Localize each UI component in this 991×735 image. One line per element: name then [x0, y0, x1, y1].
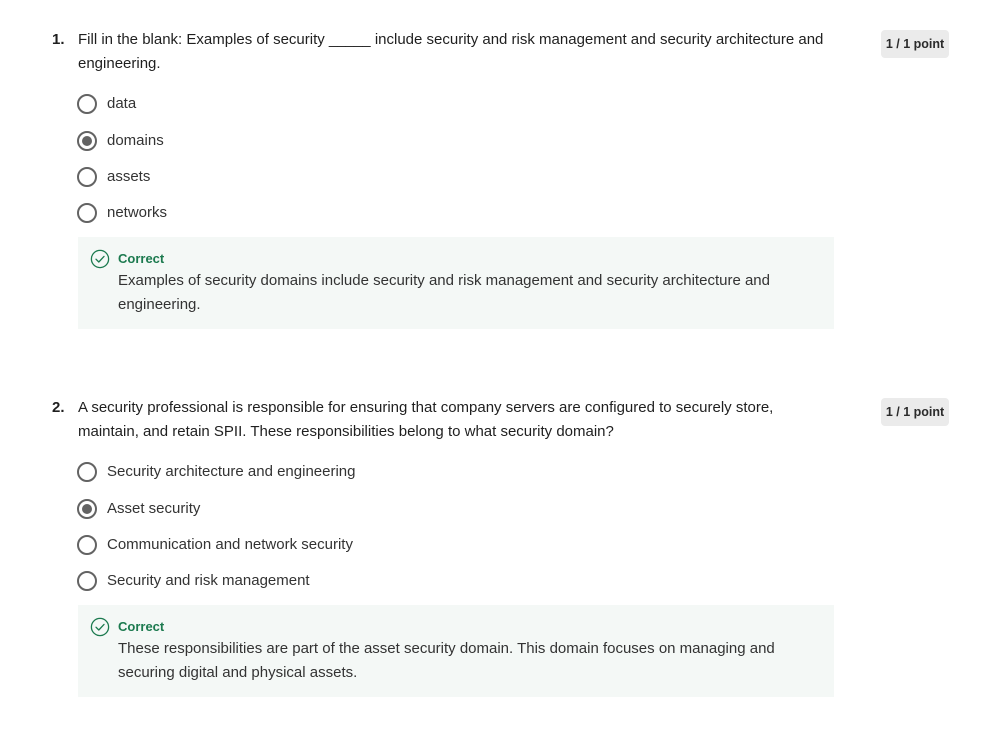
radio-button[interactable] [77, 167, 97, 187]
check-circle-icon [90, 617, 110, 637]
radio-button-selected[interactable] [77, 499, 97, 519]
option-label: Communication and network security [107, 536, 353, 553]
feedback-panel: Correct These responsibilities are part … [78, 605, 834, 697]
answer-option-asset-security[interactable]: Asset security [77, 497, 200, 521]
answer-option-domains[interactable]: domains [77, 129, 164, 153]
score-badge: 1 / 1 point [881, 398, 949, 426]
score-badge: 1 / 1 point [881, 30, 949, 58]
answer-option-assets[interactable]: assets [77, 165, 150, 189]
feedback-status: Correct [118, 251, 165, 266]
question-text: Fill in the blank: Examples of security … [78, 31, 824, 72]
question-text: A security professional is responsible f… [78, 399, 774, 440]
option-label: networks [107, 204, 168, 221]
answer-option-risk-management[interactable]: Security and risk management [77, 569, 310, 593]
feedback-status: Correct [118, 619, 165, 634]
radio-button[interactable] [77, 571, 97, 591]
radio-button[interactable] [77, 203, 97, 223]
answer-option-data[interactable]: data [77, 92, 136, 116]
radio-button[interactable] [77, 94, 97, 114]
radio-button[interactable] [77, 535, 97, 555]
option-label: assets [107, 168, 151, 185]
question-number: 2. [52, 399, 65, 416]
feedback-explanation: Examples of security domains include sec… [118, 272, 770, 313]
radio-button-selected[interactable] [77, 131, 97, 151]
answer-option-networks[interactable]: networks [77, 201, 167, 225]
question-number: 1. [52, 31, 65, 48]
answer-option-security-architecture[interactable]: Security architecture and engineering [77, 460, 355, 484]
option-label: data [107, 95, 137, 112]
option-label: Security architecture and engineering [107, 463, 356, 480]
option-label: domains [107, 132, 164, 149]
radio-button[interactable] [77, 462, 97, 482]
check-circle-icon [90, 249, 110, 269]
option-label: Asset security [107, 500, 201, 517]
answer-option-communication-network[interactable]: Communication and network security [77, 533, 353, 557]
option-label: Security and risk management [107, 572, 310, 589]
feedback-panel: Correct Examples of security domains inc… [78, 237, 834, 329]
feedback-explanation: These responsibilities are part of the a… [118, 640, 775, 681]
